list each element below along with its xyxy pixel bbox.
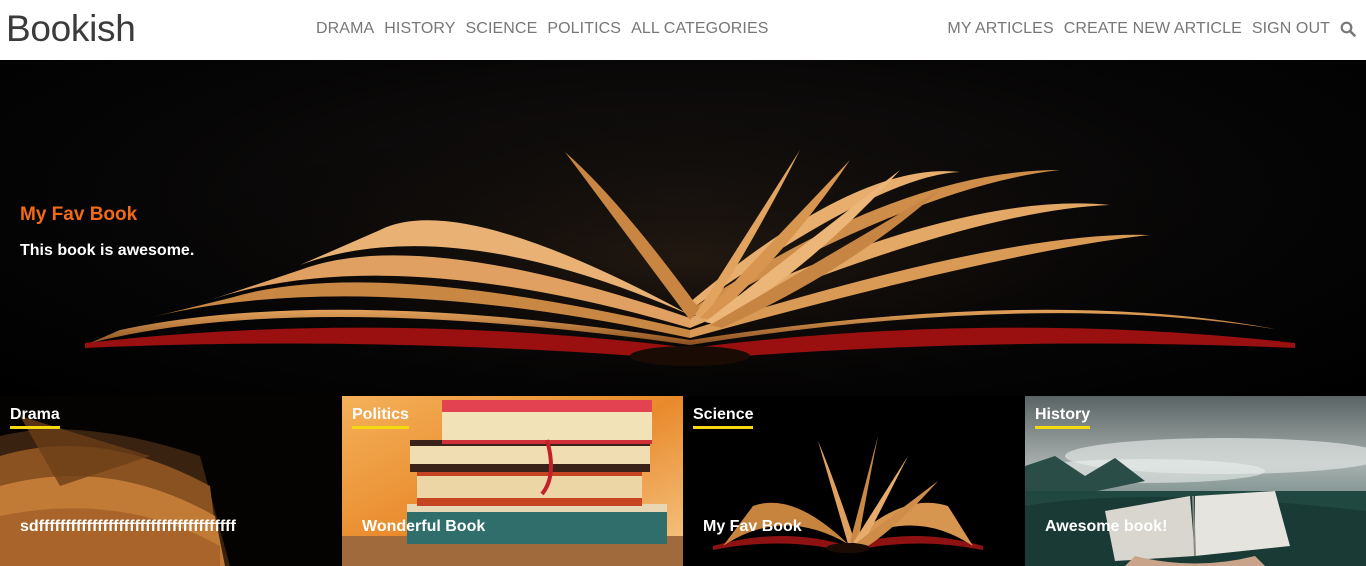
card-title[interactable]: sdfffffffffffffffffffffffffffffffffffff xyxy=(20,518,236,536)
account-nav: MY ARTICLES CREATE NEW ARTICLE SIGN OUT xyxy=(947,20,1356,38)
card-science[interactable]: Science My Fav Book xyxy=(683,396,1025,566)
nav-my-articles[interactable]: MY ARTICLES xyxy=(947,20,1053,38)
card-politics[interactable]: Politics Wonderful Book xyxy=(342,396,683,566)
category-nav: DRAMA HISTORY SCIENCE POLITICS ALL CATEG… xyxy=(316,20,769,38)
nav-politics[interactable]: POLITICS xyxy=(547,20,621,38)
card-drama[interactable]: Drama sdffffffffffffffffffffffffffffffff… xyxy=(0,396,342,566)
hero-description: This book is awesome. xyxy=(20,242,195,259)
card-title[interactable]: My Fav Book xyxy=(703,518,802,536)
hero-title[interactable]: My Fav Book xyxy=(20,204,137,226)
card-history[interactable]: History Awesome book! xyxy=(1025,396,1366,566)
nav-drama[interactable]: DRAMA xyxy=(316,20,374,38)
hero-banner[interactable]: My Fav Book This book is awesome. xyxy=(0,60,1366,396)
card-title[interactable]: Wonderful Book xyxy=(362,518,485,536)
card-title[interactable]: Awesome book! xyxy=(1045,518,1167,536)
nav-history[interactable]: HISTORY xyxy=(384,20,455,38)
top-navbar: Bookish DRAMA HISTORY SCIENCE POLITICS A… xyxy=(0,0,1366,60)
search-icon[interactable] xyxy=(1340,21,1356,37)
open-book-image xyxy=(85,110,1295,396)
brand-logo[interactable]: Bookish xyxy=(6,8,136,50)
nav-science[interactable]: SCIENCE xyxy=(466,20,538,38)
nav-all-categories[interactable]: ALL CATEGORIES xyxy=(631,20,768,38)
card-category-label[interactable]: History xyxy=(1035,406,1091,429)
card-category-label[interactable]: Drama xyxy=(10,406,60,429)
nav-create-new-article[interactable]: CREATE NEW ARTICLE xyxy=(1064,20,1242,38)
nav-sign-out[interactable]: SIGN OUT xyxy=(1252,20,1330,38)
card-category-label[interactable]: Science xyxy=(693,406,754,429)
category-cards: Drama sdffffffffffffffffffffffffffffffff… xyxy=(0,396,1366,566)
card-category-label[interactable]: Politics xyxy=(352,406,409,429)
